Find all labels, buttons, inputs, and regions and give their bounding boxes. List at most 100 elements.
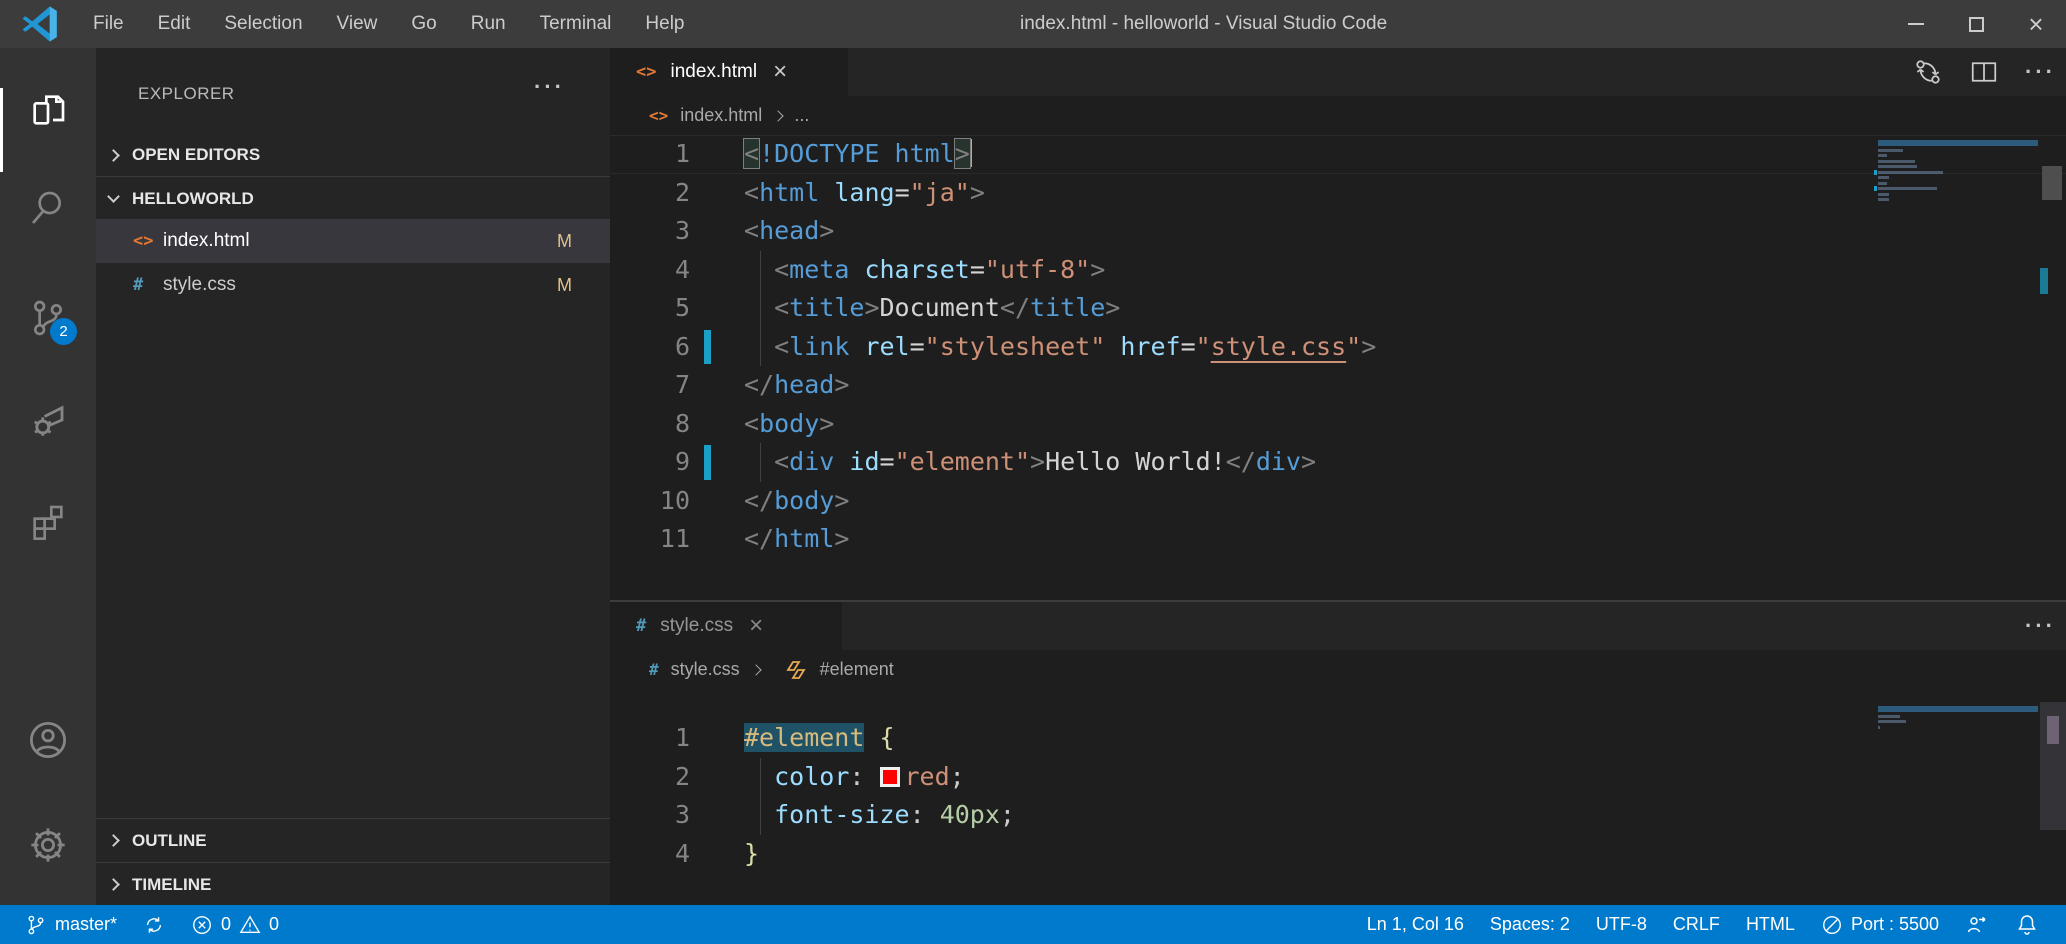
file-row-index.html[interactable]: <>index.htmlM: [96, 219, 610, 263]
source-control-badge: 2: [50, 318, 77, 345]
code-line-4[interactable]: 4}: [610, 835, 2066, 874]
sync-item[interactable]: [130, 914, 178, 936]
code-line-2[interactable]: 2<html lang="ja">: [610, 174, 2066, 213]
open-editors-label: OPEN EDITORS: [132, 145, 260, 165]
close-tab-icon[interactable]: [749, 614, 763, 638]
code-line-2[interactable]: 2 color: red;: [610, 758, 2066, 797]
line-number: 9: [610, 443, 690, 482]
open-editors-section[interactable]: OPEN EDITORS: [96, 133, 610, 177]
menu-file[interactable]: File: [76, 0, 141, 48]
encoding-item[interactable]: UTF-8: [1583, 905, 1660, 944]
bell-icon: [2015, 913, 2039, 937]
code-line-6[interactable]: 6 <link rel="stylesheet" href="style.css…: [610, 328, 2066, 367]
code-editor-style-css[interactable]: 1#element {2 color: red;3 font-size: 40p…: [610, 719, 2066, 905]
tab-index-html[interactable]: <> index.html: [610, 48, 848, 96]
scrollbar-thumb[interactable]: [2047, 716, 2059, 744]
cursor-position-item[interactable]: Ln 1, Col 16: [1354, 905, 1477, 944]
code-line-9[interactable]: 9 <div id="element">Hello World!</div>: [610, 443, 2066, 482]
code-line-11[interactable]: 11</html>: [610, 520, 2066, 559]
tab-bar-lower: # style.css: [610, 602, 2066, 650]
code-line-5[interactable]: 5 <title>Document</title>: [610, 289, 2066, 328]
breadcrumb-symbol[interactable]: #element: [820, 659, 894, 680]
sidebar-more-actions-icon[interactable]: [534, 74, 565, 100]
git-modified-badge: M: [557, 275, 572, 296]
more-actions-icon[interactable]: [2025, 613, 2056, 639]
git-branch-item[interactable]: master*: [12, 914, 130, 936]
timeline-section[interactable]: TIMELINE: [96, 862, 610, 906]
menu-terminal[interactable]: Terminal: [523, 0, 629, 48]
more-actions-icon[interactable]: [2025, 59, 2056, 85]
chevron-right-icon: [107, 878, 120, 891]
error-count: 0: [221, 914, 231, 935]
code-line-1[interactable]: 1<!DOCTYPE html>: [610, 135, 2066, 174]
css-file-icon: #: [636, 616, 646, 636]
menu-help[interactable]: Help: [628, 0, 701, 48]
indent-guide: [760, 796, 761, 835]
html-file-icon: <>: [133, 231, 163, 251]
sync-icon: [143, 914, 165, 936]
line-number: 10: [610, 482, 690, 521]
run-debug-icon[interactable]: [0, 376, 96, 464]
code-line-10[interactable]: 10</body>: [610, 482, 2066, 521]
open-changes-icon[interactable]: [1913, 57, 1943, 87]
modified-gutter-marker: [704, 445, 711, 480]
line-number: 4: [610, 835, 690, 874]
maximize-button[interactable]: [1946, 0, 2006, 48]
close-button[interactable]: ×: [2006, 0, 2066, 48]
code-line-4[interactable]: 4 <meta charset="utf-8">: [610, 251, 2066, 290]
breadcrumb-upper[interactable]: <> index.html ...: [610, 96, 2066, 135]
explorer-icon[interactable]: [0, 66, 96, 154]
line-number: 2: [610, 758, 690, 797]
code-line-7[interactable]: 7</head>: [610, 366, 2066, 405]
color-swatch[interactable]: [880, 767, 900, 787]
close-tab-icon[interactable]: [773, 60, 787, 84]
feedback-item[interactable]: [1952, 905, 2002, 944]
outline-section[interactable]: OUTLINE: [96, 818, 610, 862]
breadcrumb-symbol[interactable]: ...: [794, 105, 809, 126]
file-name: style.css: [163, 274, 236, 296]
extensions-icon[interactable]: [0, 478, 96, 566]
css-file-icon: #: [133, 275, 163, 295]
settings-gear-icon[interactable]: [0, 801, 96, 889]
indent-guide: [760, 328, 761, 367]
menu-edit[interactable]: Edit: [141, 0, 208, 48]
indentation-item[interactable]: Spaces: 2: [1477, 905, 1583, 944]
minimap-lower[interactable]: [1878, 706, 2038, 731]
menu-go[interactable]: Go: [394, 0, 453, 48]
eol-item[interactable]: CRLF: [1660, 905, 1733, 944]
code-line-3[interactable]: 3<head>: [610, 212, 2066, 251]
minimap-upper[interactable]: [1878, 140, 2038, 204]
scrollbar-thumb[interactable]: [2042, 166, 2062, 200]
split-editor-icon[interactable]: [1969, 57, 1999, 87]
chevron-right-icon: [107, 149, 120, 162]
explorer-sidebar: EXPLORER OPEN EDITORS HELLOWORLD <>index…: [96, 48, 610, 905]
title-bar: FileEditSelectionViewGoRunTerminalHelp i…: [0, 0, 2066, 48]
breadcrumb-file[interactable]: style.css: [671, 659, 740, 680]
outline-label: OUTLINE: [132, 831, 207, 851]
notifications-item[interactable]: [2002, 905, 2052, 944]
language-mode-item[interactable]: HTML: [1733, 905, 1808, 944]
file-row-style.css[interactable]: #style.css M: [96, 263, 610, 307]
status-right: Ln 1, Col 16 Spaces: 2 UTF-8 CRLF HTML P…: [1354, 905, 2052, 944]
line-number: 3: [610, 796, 690, 835]
account-icon[interactable]: [0, 696, 96, 784]
menu-view[interactable]: View: [320, 0, 395, 48]
folder-section[interactable]: HELLOWORLD: [96, 176, 610, 220]
menu-run[interactable]: Run: [454, 0, 523, 48]
line-number: 11: [610, 520, 690, 559]
breadcrumb-file[interactable]: index.html: [680, 105, 762, 126]
close-icon: ×: [2028, 11, 2043, 37]
code-line-8[interactable]: 8<body>: [610, 405, 2066, 444]
code-line-1[interactable]: 1#element {: [610, 719, 2066, 758]
minimize-button[interactable]: [1886, 0, 1946, 48]
live-server-port-item[interactable]: Port : 5500: [1808, 905, 1952, 944]
problems-item[interactable]: 0 0: [178, 914, 292, 936]
tab-style-css[interactable]: # style.css: [610, 602, 842, 650]
code-line-3[interactable]: 3 font-size: 40px;: [610, 796, 2066, 835]
code-editor-index-html[interactable]: 1<!DOCTYPE html>2<html lang="ja">3<head>…: [610, 135, 2066, 601]
search-icon[interactable]: [0, 164, 96, 252]
sidebar-header: EXPLORER: [96, 48, 610, 133]
source-control-icon[interactable]: [0, 274, 96, 362]
menu-selection[interactable]: Selection: [207, 0, 319, 48]
breadcrumb-lower[interactable]: # style.css #element: [610, 650, 2066, 689]
